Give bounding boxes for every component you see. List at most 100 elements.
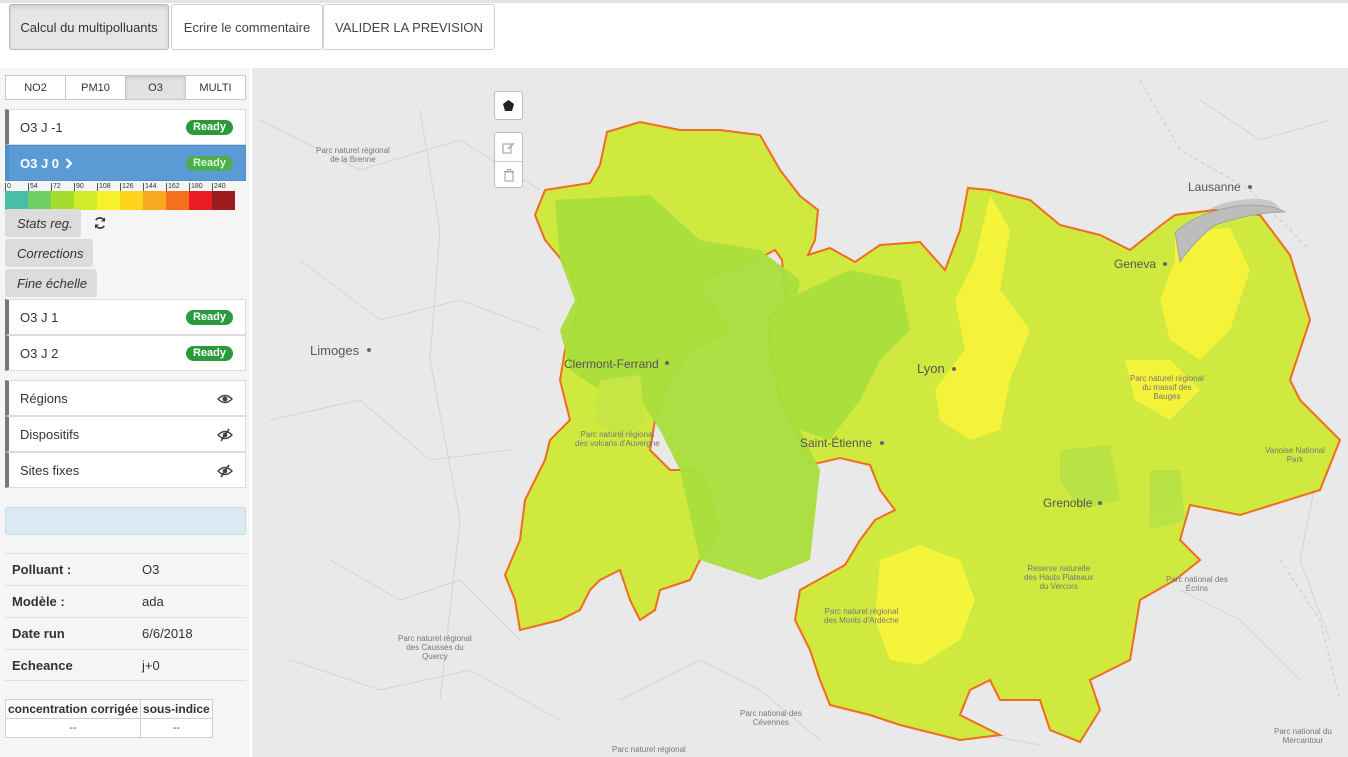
sidebar: NO2 PM10 O3 MULTI O3 J -1 Ready O3 J 0 R… <box>0 68 250 757</box>
eye-slash-icon[interactable] <box>217 428 233 442</box>
draw-polygon-button[interactable] <box>494 91 523 120</box>
scale-tick-label: 0 <box>5 183 28 191</box>
eye-icon[interactable] <box>217 392 233 406</box>
layer-item-sites-fixes[interactable]: Sites fixes <box>5 452 246 488</box>
scale-swatch <box>143 191 166 210</box>
forecast-item-j-minus-1[interactable]: O3 J -1 Ready <box>5 109 246 145</box>
scale-tick-label: 240 <box>212 183 235 191</box>
layer-item-dispositifs[interactable]: Dispositifs <box>5 416 246 452</box>
park-label-bottom: Parc naturel régional <box>612 745 686 754</box>
map-view[interactable]: Lausanne Geneva Limoges Clermont-Ferrand… <box>252 68 1348 757</box>
table-cell: -- <box>140 718 213 738</box>
layer-label: Dispositifs <box>20 426 80 442</box>
column-header: sous-indice <box>140 699 213 719</box>
forecast-item-j1[interactable]: O3 J 1 Ready <box>5 299 246 335</box>
park-label-bauges: Parc naturel régional du massif des Bauges <box>1130 374 1204 401</box>
property-value: ada <box>142 594 164 609</box>
forecast-item-j2[interactable]: O3 J 2 Ready <box>5 335 246 371</box>
city-label-limoges: Limoges <box>310 343 360 358</box>
park-label-vanoise: Vanoise National Park <box>1265 446 1325 464</box>
city-label-lyon: Lyon <box>917 361 945 376</box>
park-label-brenne: Parc naturel régional de la Brenne <box>316 146 390 164</box>
calc-multipolluants-button[interactable]: Calcul du multipolluants <box>9 4 169 50</box>
scale-swatch <box>28 191 51 210</box>
scale-tick-label: 54 <box>28 183 51 191</box>
scale-swatch <box>51 191 74 210</box>
city-label-clermont: Clermont-Ferrand <box>564 357 659 371</box>
scale-swatch <box>212 191 235 210</box>
pentagon-icon <box>502 99 515 112</box>
property-polluant: Polluant : O3 <box>5 553 246 585</box>
park-label-mercantour: Parc national du Mercantour <box>1274 727 1332 745</box>
tab-no2[interactable]: NO2 <box>5 75 66 100</box>
status-badge: Ready <box>185 346 233 361</box>
scale-swatch <box>5 191 28 210</box>
status-badge: Ready <box>185 310 233 325</box>
scale-tick-label: 180 <box>189 183 212 191</box>
edit-icon <box>502 141 515 154</box>
forecast-label: O3 J 1 <box>20 309 59 325</box>
corrections-button[interactable]: Corrections <box>5 239 93 267</box>
status-badge: Ready <box>185 156 233 171</box>
forecast-label: O3 J -1 <box>20 119 63 135</box>
property-label: Echeance <box>12 657 73 673</box>
info-box <box>5 507 246 535</box>
property-label: Modèle : <box>12 594 65 609</box>
stats-reg-button[interactable]: Stats reg. <box>5 209 81 237</box>
forecast-label: O3 J 2 <box>20 345 59 361</box>
city-label-grenoble: Grenoble <box>1043 496 1093 510</box>
city-label-lausanne: Lausanne <box>1188 180 1241 194</box>
concentration-table: concentration corrigée sous-indice -- -- <box>4 699 213 738</box>
scale-swatch <box>189 191 212 210</box>
eye-slash-icon[interactable] <box>217 464 233 478</box>
property-date-run: Date run 6/6/2018 <box>5 617 246 649</box>
status-badge: Ready <box>185 120 233 135</box>
park-label-ecrins: Parc national des Écrins <box>1166 575 1228 593</box>
pollutant-tabs: NO2 PM10 O3 MULTI <box>5 75 246 100</box>
validate-forecast-button[interactable]: VALIDER LA PREVISION <box>323 4 495 50</box>
scale-swatch <box>120 191 143 210</box>
scale-tick-label: 126 <box>120 183 143 191</box>
park-label-vercors: Reserve naturelle des Hauts Plateaux du Ve… <box>1024 564 1094 591</box>
tab-o3[interactable]: O3 <box>125 75 186 100</box>
forecast-item-j0[interactable]: O3 J 0 Ready <box>5 145 246 181</box>
property-value: j+0 <box>142 657 160 673</box>
scale-tick-label: 162 <box>166 183 189 191</box>
scale-swatch <box>74 191 97 210</box>
chevron-right-icon <box>65 157 73 169</box>
park-label-volcans: Parc naturel régional des volcans d'Auver… <box>575 430 660 448</box>
tab-pm10[interactable]: PM10 <box>65 75 126 100</box>
edit-toolbar <box>494 132 523 188</box>
property-value: O3 <box>142 562 160 577</box>
write-comment-button[interactable]: Ecrire le commentaire <box>171 4 323 50</box>
top-toolbar: Calcul du multipolluants Ecrire le comme… <box>0 0 1348 52</box>
layer-label: Régions <box>20 390 68 406</box>
park-label-causses: Parc naturel régional des Causses du Querc… <box>398 634 472 661</box>
forecast-label: O3 J 0 <box>20 155 60 171</box>
table-cell: -- <box>4 718 142 738</box>
trash-icon <box>503 169 515 182</box>
layer-label: Sites fixes <box>20 462 80 478</box>
city-label-saint-etienne: Saint-Étienne <box>800 436 873 450</box>
fine-scale-button[interactable]: Fine échelle <box>5 269 97 297</box>
edit-layers-button[interactable] <box>495 133 522 162</box>
scale-swatch <box>166 191 189 210</box>
park-label-cevennes: Parc national des Cévennes <box>740 709 802 727</box>
city-label-geneva: Geneva <box>1114 257 1157 271</box>
column-header: concentration corrigée <box>4 699 142 719</box>
property-echeance: Echeance j+0 <box>5 649 246 681</box>
delete-layers-button[interactable] <box>495 162 522 189</box>
scale-tick-label: 90 <box>74 183 97 191</box>
property-modele: Modèle : ada <box>5 585 246 617</box>
color-scale-legend: 0 54 72 90 108 126 144 162 180 240 <box>5 183 235 210</box>
scale-tick-label: 108 <box>97 183 120 191</box>
layer-item-regions[interactable]: Régions <box>5 380 246 416</box>
scale-swatch <box>97 191 120 210</box>
property-label: Polluant : <box>12 562 72 577</box>
tab-multi[interactable]: MULTI <box>185 75 246 100</box>
park-label-ardeche: Parc naturel régional des Monts d'Ardèche <box>824 607 899 625</box>
scale-tick-label: 144 <box>143 183 166 191</box>
property-value: 6/6/2018 <box>142 626 193 641</box>
refresh-icon[interactable] <box>88 211 112 235</box>
property-label: Date run <box>12 626 65 641</box>
